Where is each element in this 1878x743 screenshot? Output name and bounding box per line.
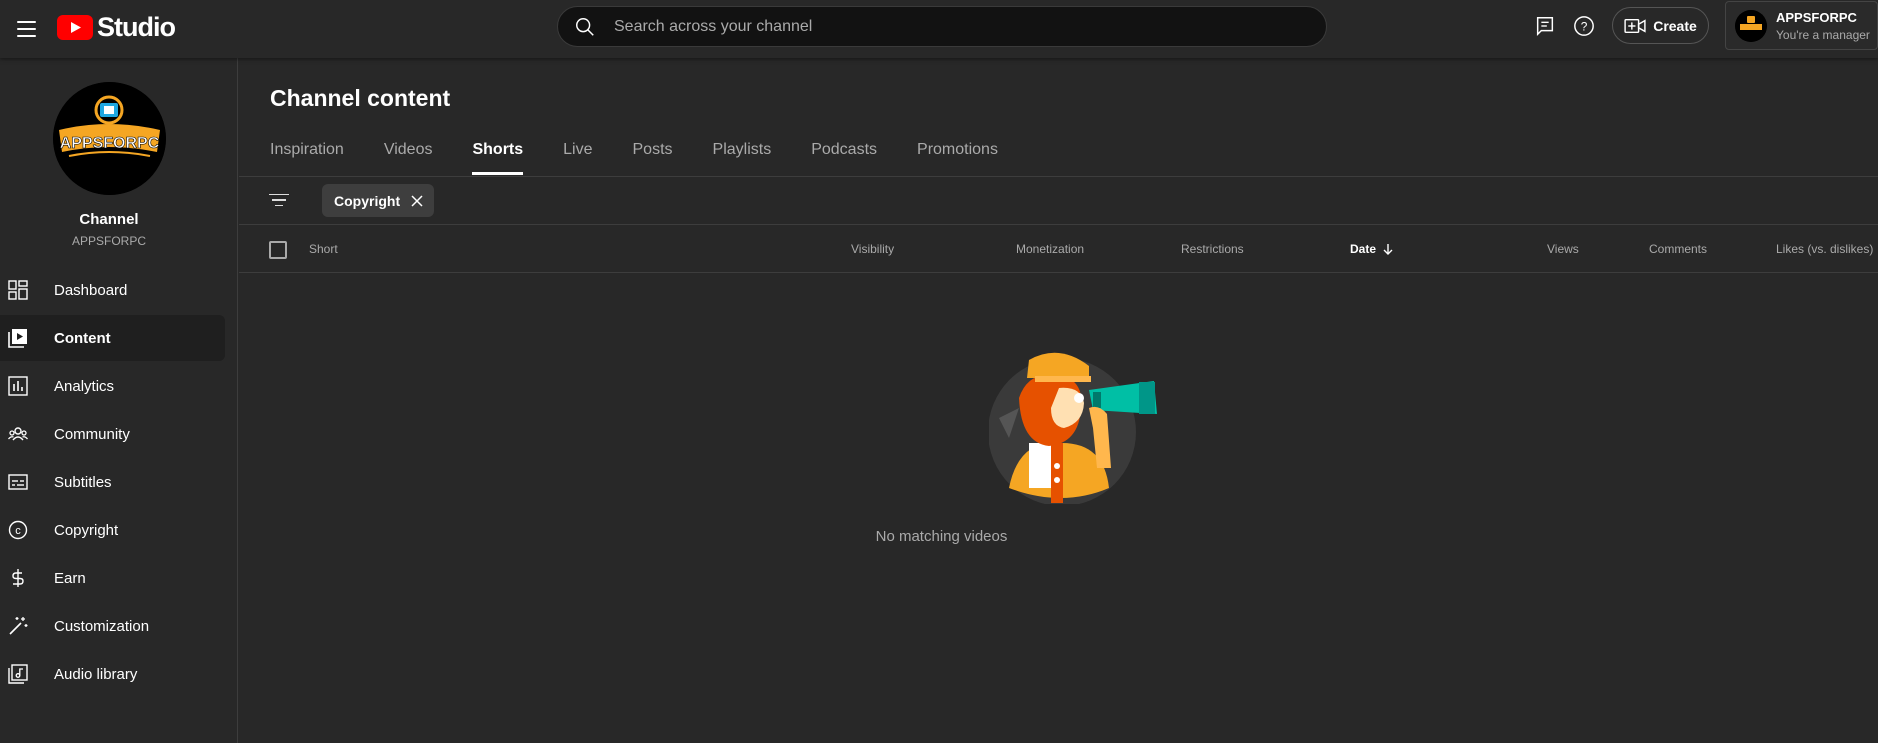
tab-playlists[interactable]: Playlists — [713, 141, 772, 175]
sidebar-item-label: Content — [54, 329, 111, 347]
search-box[interactable] — [557, 6, 1327, 47]
content-tabs: Inspiration Videos Shorts Live Posts Pla… — [270, 141, 1038, 175]
channel-avatar[interactable]: APPSFORPC — [53, 82, 166, 195]
svg-text:?: ? — [1581, 20, 1588, 34]
sidebar-item-label: Analytics — [54, 377, 115, 395]
empty-state-message: No matching videos — [875, 528, 1008, 545]
dashboard-icon — [8, 280, 28, 300]
sidebar-item-earn[interactable]: Earn — [0, 555, 225, 601]
column-short[interactable]: Short — [309, 242, 338, 256]
community-icon — [8, 424, 28, 444]
filter-chip-copyright[interactable]: Copyright — [322, 184, 435, 217]
sidebar-item-analytics[interactable]: Analytics — [0, 363, 225, 409]
tab-shorts[interactable]: Shorts — [472, 141, 523, 175]
table-header: Short Visibility Monetization Restrictio… — [239, 226, 1878, 273]
sidebar-nav: Dashboard Content Analytics Community Su… — [0, 267, 225, 699]
filter-icon[interactable] — [266, 189, 292, 211]
analytics-icon — [8, 376, 28, 396]
sidebar-item-dashboard[interactable]: Dashboard — [0, 267, 225, 313]
column-date-label: Date — [1350, 242, 1377, 256]
tab-podcasts[interactable]: Podcasts — [811, 141, 877, 175]
page-title: Channel content — [270, 85, 451, 111]
sidebar-item-label: Earn — [54, 569, 86, 587]
sidebar-item-label: Audio library — [54, 665, 138, 683]
sidebar-item-audio-library[interactable]: Audio library — [0, 651, 225, 697]
empty-state-illustration — [989, 352, 1157, 504]
svg-text:c: c — [15, 525, 21, 537]
sidebar: APPSFORPC Channel APPSFORPC Dashboard Co… — [0, 58, 238, 743]
filter-chip-label: Copyright — [334, 192, 401, 209]
tab-videos[interactable]: Videos — [384, 141, 433, 175]
account-switcher[interactable]: APPSFORPC You're a manager — [1725, 1, 1878, 50]
account-name: APPSFORPC — [1776, 9, 1857, 25]
account-role: You're a manager — [1776, 27, 1870, 42]
filter-bar: Copyright — [239, 177, 1878, 225]
search-icon — [576, 17, 594, 36]
sidebar-item-subtitles[interactable]: Subtitles — [0, 459, 225, 505]
tab-inspiration[interactable]: Inspiration — [270, 141, 344, 175]
audio-library-icon — [8, 664, 28, 684]
sidebar-item-copyright[interactable]: c Copyright — [0, 507, 225, 553]
help-icon[interactable]: ? — [1571, 13, 1597, 39]
sidebar-item-label: Dashboard — [54, 281, 128, 299]
select-all-checkbox[interactable] — [269, 241, 287, 259]
column-restrictions[interactable]: Restrictions — [1181, 242, 1244, 256]
sidebar-item-label: Customization — [54, 617, 150, 635]
column-likes[interactable]: Likes (vs. dislikes) — [1776, 242, 1873, 256]
subtitles-icon — [8, 472, 28, 492]
sidebar-item-label: Community — [54, 425, 130, 443]
close-icon[interactable] — [410, 194, 424, 208]
search-input[interactable] — [614, 17, 1264, 36]
column-visibility[interactable]: Visibility — [851, 242, 894, 256]
column-monetization[interactable]: Monetization — [1016, 242, 1084, 256]
main-content: Channel content Inspiration Videos Short… — [239, 58, 1878, 743]
column-date[interactable]: Date — [1350, 242, 1394, 256]
channel-title: Channel — [79, 211, 139, 228]
sidebar-item-customization[interactable]: Customization — [0, 603, 225, 649]
sidebar-item-content[interactable]: Content — [0, 315, 225, 361]
earn-icon — [8, 568, 28, 588]
studio-logo-text: Studio — [97, 12, 176, 42]
feedback-icon[interactable] — [1532, 13, 1558, 39]
customization-icon — [8, 616, 28, 636]
create-video-icon — [1624, 18, 1646, 33]
sidebar-item-label: Subtitles — [54, 473, 112, 491]
tab-posts[interactable]: Posts — [633, 141, 673, 175]
channel-name: APPSFORPC — [71, 234, 146, 248]
youtube-logo-icon — [57, 15, 93, 40]
tab-live[interactable]: Live — [563, 141, 592, 175]
copyright-icon: c — [8, 520, 28, 540]
top-bar: Studio ? Create — [0, 0, 1878, 58]
svg-text:APPSFORPC: APPSFORPC — [60, 135, 160, 152]
account-avatar — [1735, 9, 1767, 42]
create-button[interactable]: Create — [1612, 7, 1709, 44]
create-label: Create — [1653, 17, 1697, 34]
sidebar-item-label: Copyright — [54, 521, 119, 539]
column-views[interactable]: Views — [1547, 242, 1579, 256]
sidebar-item-community[interactable]: Community — [0, 411, 225, 457]
tab-promotions[interactable]: Promotions — [917, 141, 998, 175]
menu-icon[interactable] — [8, 11, 44, 47]
studio-logo[interactable]: Studio — [57, 12, 176, 43]
sort-arrow-down-icon — [1383, 244, 1393, 255]
content-icon — [8, 328, 28, 348]
column-comments[interactable]: Comments — [1649, 242, 1707, 256]
